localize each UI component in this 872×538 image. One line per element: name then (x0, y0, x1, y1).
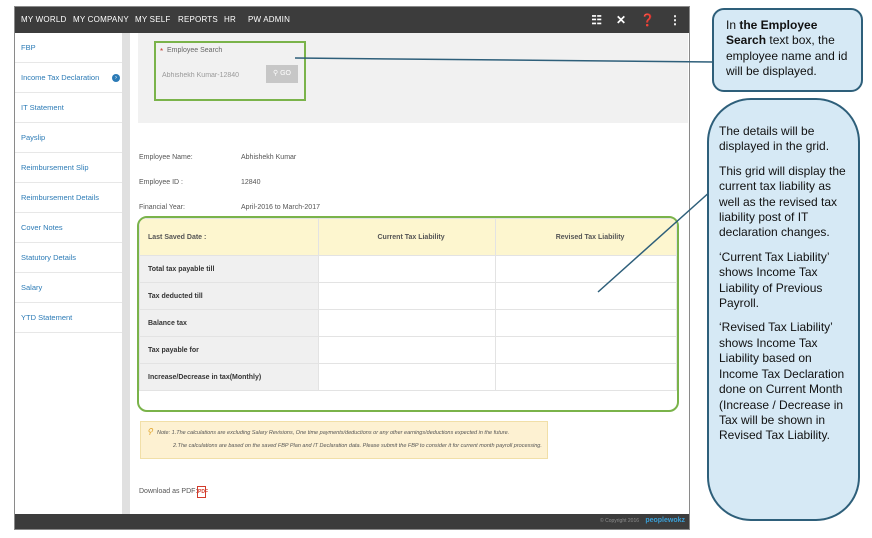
cell-revised (495, 309, 677, 337)
app-window: MY WORLD MY COMPANY MY SELF REPORTS HR P… (14, 6, 690, 530)
callout2-paragraph-4: ‘Revised Tax Liability’ shows Income Tax… (719, 320, 845, 443)
required-marker: * (160, 47, 164, 56)
table-row: Tax payable for (139, 336, 677, 364)
nav-my-world[interactable]: MY WORLD (21, 7, 66, 33)
employee-search-label: Employee Search (167, 47, 223, 54)
share-icon[interactable]: ⋮ (669, 7, 681, 33)
sidebar-item-label: Statutory Details (21, 253, 77, 262)
sidebar-item-label: IT Statement (21, 103, 64, 112)
chevron-right-icon: › (112, 74, 120, 82)
nav-reports[interactable]: REPORTS (178, 7, 218, 33)
employee-id-value: 12840 (241, 179, 261, 186)
row-label-tax-payable-for: Tax payable for (139, 336, 319, 364)
cell-revised (495, 255, 677, 283)
sidebar-item-reimbursement-details[interactable]: Reimbursement Details (15, 183, 122, 213)
financial-year-value: April-2016 to March-2017 (241, 204, 320, 211)
row-label-tax-deducted: Tax deducted till (139, 282, 319, 310)
sidebar-item-label: Cover Notes (21, 223, 63, 232)
brand-logo: peoplewokz (645, 517, 685, 524)
cell-current (317, 363, 497, 391)
cell-revised (495, 336, 677, 364)
employee-search-panel: * Employee Search ⚲ GO (138, 33, 688, 123)
download-pdf-label: Download as PDF: (139, 488, 198, 495)
tax-liability-grid: Last Saved Date : Current Tax Liability … (137, 216, 679, 412)
sidebar-item-fbp[interactable]: FBP (15, 33, 122, 63)
sidebar-item-label: Salary (21, 283, 43, 292)
employee-name-label: Employee Name: (139, 154, 193, 161)
footer: © Copyright 2016 peoplewokz (15, 514, 689, 529)
sidebar-item-label: Reimbursement Details (21, 193, 99, 202)
row-label-increase-decrease: Increase/Decrease in tax(Monthly) (139, 363, 319, 391)
employee-name-value: Abhishekh Kumar (241, 154, 297, 161)
cell-revised (495, 363, 677, 391)
callout2-paragraph-2: This grid will display the current tax l… (719, 163, 846, 240)
cell-current (317, 309, 497, 337)
sidebar-item-it-statement[interactable]: IT Statement (15, 93, 122, 123)
sidebar-item-ytd-statement[interactable]: YTD Statement (15, 303, 122, 333)
note-line-2: 2.The calculations are based on the save… (173, 443, 542, 449)
pdf-icon[interactable]: PDF (197, 486, 208, 498)
employee-search-input[interactable] (162, 68, 264, 82)
sidebar-item-reimbursement-slip[interactable]: Reimbursement Slip (15, 153, 122, 183)
callout2-paragraph-3: ‘Current Tax Liability’ shows Income Tax… (719, 249, 830, 311)
sidebar-item-label: YTD Statement (21, 313, 73, 322)
search-icon: ⚲ (273, 70, 279, 77)
book-icon[interactable]: ☷ (591, 7, 602, 33)
sidebar-item-cover-notes[interactable]: Cover Notes (15, 213, 122, 243)
nav-pw-admin[interactable]: PW ADMIN (248, 7, 290, 33)
callout-employee-search: In the Employee Search text box, the emp… (712, 8, 863, 92)
nav-my-self[interactable]: MY SELF (135, 7, 171, 33)
table-row: Tax deducted till (139, 282, 677, 310)
callout2-paragraph-1: The details will be displayed in the gri… (719, 124, 830, 154)
note-line-1: Note: 1.The calculations are excluding S… (157, 430, 510, 436)
tools-icon[interactable]: ✕ (616, 7, 626, 33)
sidebar-item-label: FBP (21, 43, 36, 52)
cell-current (317, 255, 497, 283)
lightbulb-icon: ⚲ (147, 427, 153, 436)
cell-revised (495, 282, 677, 310)
grid-header-row: Last Saved Date : Current Tax Liability … (139, 218, 677, 256)
sidebar-item-salary[interactable]: Salary (15, 273, 122, 303)
go-button[interactable]: ⚲ GO (266, 65, 298, 83)
row-label-total-tax-payable: Total tax payable till (139, 255, 319, 283)
table-row: Balance tax (139, 309, 677, 337)
copyright-text: © Copyright 2016 (600, 518, 639, 524)
nav-my-company[interactable]: MY COMPANY (73, 7, 129, 33)
sidebar-item-label: Reimbursement Slip (21, 163, 89, 172)
callout-grid-details: The details will be displayed in the gri… (707, 98, 860, 521)
sidebar-item-payslip[interactable]: Payslip (15, 123, 122, 153)
sidebar-item-income-tax-declaration[interactable]: Income Tax Declaration › (15, 63, 122, 93)
table-row: Total tax payable till (139, 255, 677, 283)
top-icon-group: ☷ ✕ ❓ ⋮ (591, 7, 681, 33)
grid-header-last-saved-date: Last Saved Date : (139, 218, 319, 256)
table-row: Increase/Decrease in tax(Monthly) (139, 363, 677, 391)
calculation-note: ⚲ Note: 1.The calculations are excluding… (140, 421, 548, 459)
row-label-balance-tax: Balance tax (139, 309, 319, 337)
sidebar-item-label: Income Tax Declaration (21, 73, 100, 82)
employee-search-highlight: * Employee Search ⚲ GO (154, 41, 306, 101)
grid-header-current-tax-liability: Current Tax Liability (317, 218, 497, 256)
sidebar-item-statutory-details[interactable]: Statutory Details (15, 243, 122, 273)
grid-header-revised-tax-liability: Revised Tax Liability (495, 218, 677, 256)
main-content: * Employee Search ⚲ GO Employee Name: Ab… (130, 33, 689, 514)
callout1-text-pre: In (726, 18, 740, 32)
sidebar: FBP Income Tax Declaration › IT Statement… (15, 33, 122, 514)
financial-year-label: Financial Year: (139, 204, 185, 211)
sidebar-scrollbar[interactable] (122, 33, 130, 514)
sidebar-item-label: Payslip (21, 133, 46, 142)
cell-current (317, 282, 497, 310)
help-icon[interactable]: ❓ (640, 7, 655, 33)
employee-id-label: Employee ID : (139, 179, 183, 186)
top-navigation-bar: MY WORLD MY COMPANY MY SELF REPORTS HR P… (15, 7, 689, 33)
nav-hr[interactable]: HR (224, 7, 236, 33)
go-button-label: GO (280, 70, 291, 77)
cell-current (317, 336, 497, 364)
